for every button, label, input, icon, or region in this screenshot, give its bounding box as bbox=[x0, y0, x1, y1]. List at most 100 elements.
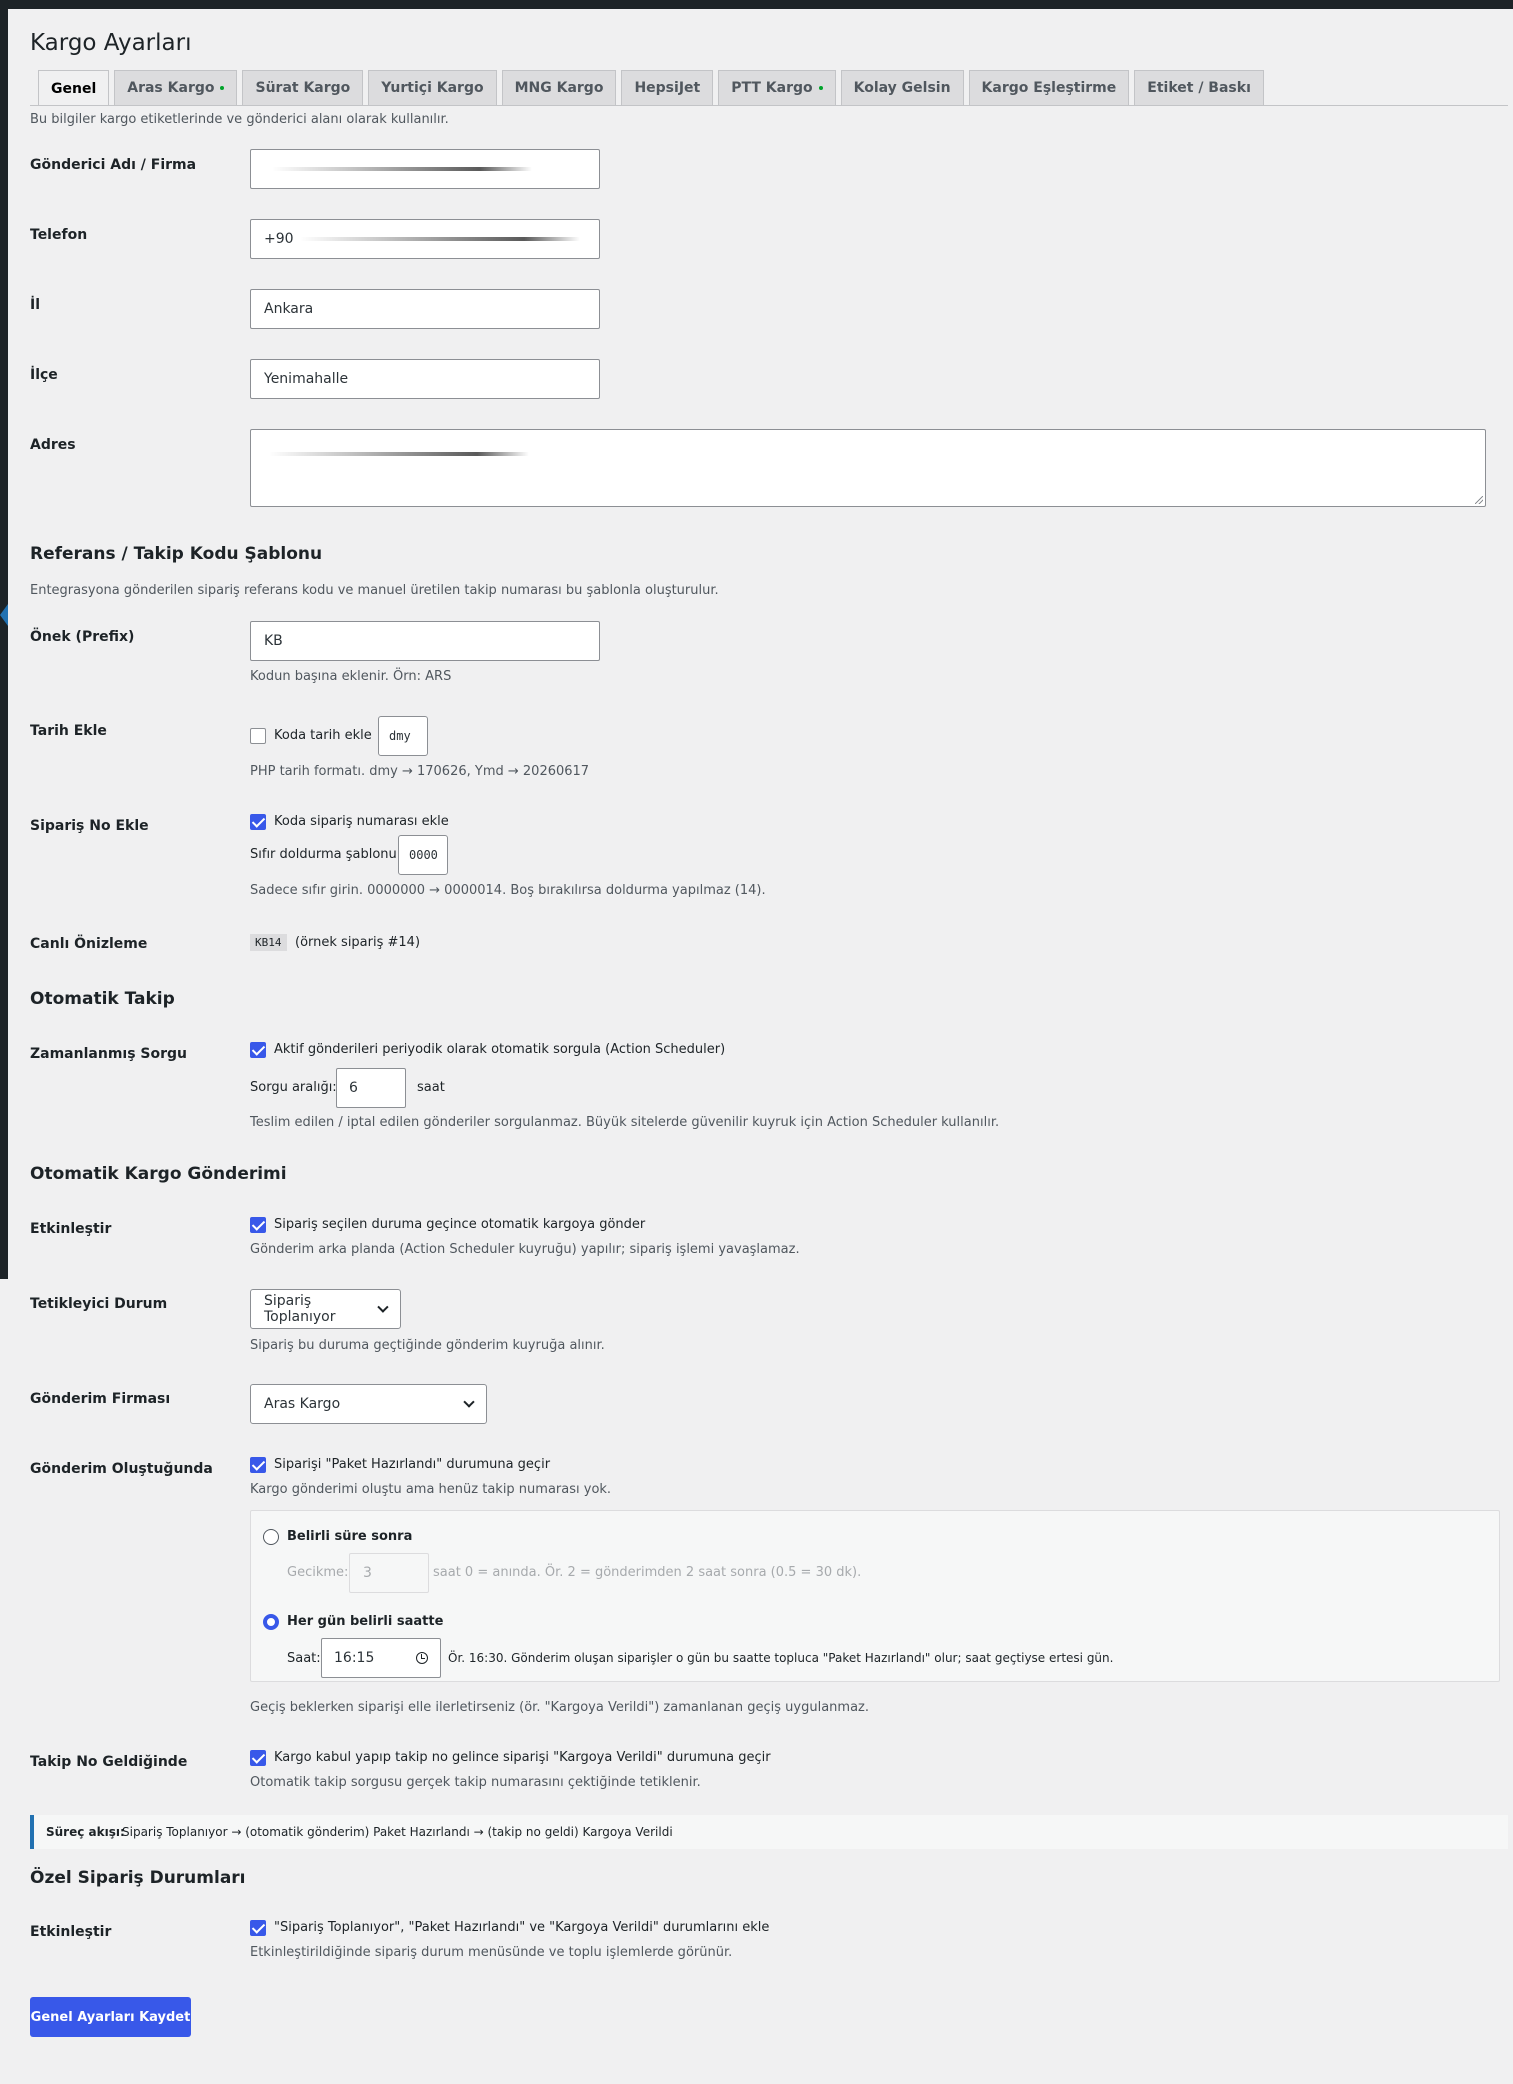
auto-tracking-help: Teslim edilen / iptal edilen gönderiler … bbox=[250, 1115, 1000, 1130]
tab-etiket-baski[interactable]: Etiket / Baskı bbox=[1134, 70, 1264, 105]
date-checkbox-label: Koda tarih ekle bbox=[274, 728, 372, 743]
trigger-help: Sipariş bu duruma geçtiğinde gönderim ku… bbox=[250, 1338, 605, 1353]
shipment-created-checkbox-label: Siparişi "Paket Hazırlandı" durumuna geç… bbox=[274, 1457, 551, 1472]
carrier-label: Gönderim Firması bbox=[30, 1391, 171, 1407]
interval-value: 6 bbox=[349, 1080, 358, 1096]
delay-help: saat 0 = anında. Ör. 2 = gönderimden 2 s… bbox=[433, 1565, 862, 1580]
trigger-select[interactable]: Sipariş Toplanıyor bbox=[250, 1289, 401, 1329]
custom-status-checkbox[interactable] bbox=[250, 1920, 266, 1936]
collapse-arrow-icon[interactable] bbox=[0, 604, 8, 626]
district-input[interactable]: Yenimahalle bbox=[250, 359, 600, 399]
process-flow-notice: Süreç akışı: Sipariş Toplanıyor → (otoma… bbox=[30, 1815, 1508, 1849]
delay-input[interactable]: 3 bbox=[349, 1553, 429, 1593]
active-dot-icon bbox=[220, 86, 225, 90]
pad-label: Sıfır doldurma şablonu: bbox=[250, 847, 402, 862]
shipment-created-help: Kargo gönderimi oluştu ama henüz takip n… bbox=[250, 1482, 612, 1497]
interval-label: Sorgu aralığı: bbox=[250, 1080, 337, 1095]
prefix-input[interactable]: KB bbox=[250, 621, 600, 661]
auto-ship-enable-checkbox-label: Sipariş seçilen duruma geçince otomatik … bbox=[274, 1217, 646, 1232]
tracking-arrived-checkbox[interactable] bbox=[250, 1750, 266, 1766]
interval-input[interactable]: 6 bbox=[336, 1068, 406, 1108]
tab-label: Etiket / Baskı bbox=[1147, 80, 1251, 96]
scheduled-query-checkbox-label: Aktif gönderileri periyodik olarak otoma… bbox=[274, 1042, 726, 1057]
sender-name-input[interactable] bbox=[250, 149, 600, 189]
chevron-down-icon bbox=[463, 1396, 475, 1408]
time-value: 16:15 bbox=[334, 1650, 375, 1666]
order-checkbox-label: Koda sipariş numarası ekle bbox=[274, 814, 449, 829]
reference-section-title: Referans / Takip Kodu Şablonu bbox=[30, 544, 323, 564]
tab-label: Kargo Eşleştirme bbox=[981, 80, 1117, 96]
sender-intro: Bu bilgiler kargo etiketlerinde ve gönde… bbox=[30, 112, 449, 127]
preview-code: KB14 bbox=[250, 934, 287, 951]
tracking-arrived-help: Otomatik takip sorgusu gerçek takip numa… bbox=[250, 1775, 701, 1790]
time-help: Ör. 16:30. Gönderim oluşan siparişler o … bbox=[448, 1651, 1114, 1665]
radio-delay[interactable] bbox=[263, 1529, 279, 1545]
carrier-select[interactable]: Aras Kargo bbox=[250, 1384, 487, 1424]
auto-ship-enable-help: Gönderim arka planda (Action Scheduler k… bbox=[250, 1242, 800, 1257]
address-label: Adres bbox=[30, 437, 76, 453]
manual-transition-help: Geçiş beklerken siparişi elle ilerletirs… bbox=[250, 1700, 869, 1715]
date-label: Tarih Ekle bbox=[30, 723, 107, 739]
transition-options-panel: Belirli süre sonra Gecikme: 3 saat 0 = a… bbox=[250, 1510, 1500, 1682]
tracking-arrived-checkbox-label: Kargo kabul yapıp takip no gelince sipar… bbox=[274, 1750, 771, 1765]
auto-ship-enable-label: Etkinleştir bbox=[30, 1221, 112, 1237]
tab-label: MNG Kargo bbox=[514, 80, 604, 96]
clock-icon[interactable] bbox=[416, 1652, 428, 1664]
radio-delay-label: Belirli süre sonra bbox=[287, 1529, 413, 1544]
pad-input[interactable]: 0000 bbox=[398, 835, 448, 875]
city-input[interactable]: Ankara bbox=[250, 289, 600, 329]
auto-shipping-title: Otomatik Kargo Gönderimi bbox=[30, 1164, 287, 1184]
tab-kargo-eslestirme[interactable]: Kargo Eşleştirme bbox=[968, 70, 1130, 105]
tab-hepsijet[interactable]: HepsiJet bbox=[621, 70, 714, 105]
carrier-value: Aras Kargo bbox=[264, 1396, 341, 1412]
address-textarea[interactable] bbox=[250, 429, 1486, 507]
tab-aras-kargo[interactable]: Aras Kargo bbox=[114, 70, 238, 105]
custom-status-checkbox-label: "Sipariş Toplanıyor", "Paket Hazırlandı"… bbox=[274, 1920, 770, 1935]
admin-sidebar bbox=[0, 9, 8, 1279]
tab-label: Genel bbox=[51, 80, 97, 97]
preview-label: Canlı Önizleme bbox=[30, 936, 148, 952]
tab-label: Sürat Kargo bbox=[255, 80, 351, 96]
tab-label: PTT Kargo bbox=[731, 80, 813, 96]
flow-text: Sipariş Toplanıyor → (otomatik gönderim)… bbox=[122, 1825, 673, 1839]
active-dot-icon bbox=[818, 86, 823, 90]
tab-label: HepsiJet bbox=[634, 80, 701, 96]
tab-surat-kargo[interactable]: Sürat Kargo bbox=[242, 70, 364, 105]
redacted-value bbox=[272, 167, 532, 171]
resize-handle-icon[interactable] bbox=[1475, 496, 1483, 504]
district-label: İlçe bbox=[30, 367, 58, 383]
date-checkbox[interactable] bbox=[250, 728, 266, 744]
auto-ship-enable-checkbox[interactable] bbox=[250, 1217, 266, 1233]
city-label: İl bbox=[30, 297, 41, 313]
date-format-input[interactable]: dmy bbox=[378, 716, 428, 756]
tracking-arrived-label: Takip No Geldiğinde bbox=[30, 1754, 188, 1770]
preview-note: (örnek sipariş #14) bbox=[295, 935, 421, 950]
shipment-created-label: Gönderim Oluştuğunda bbox=[30, 1461, 213, 1477]
tab-kolay-gelsin[interactable]: Kolay Gelsin bbox=[840, 70, 964, 105]
order-checkbox[interactable] bbox=[250, 814, 266, 830]
trigger-label: Tetikleyici Durum bbox=[30, 1296, 168, 1312]
radio-daily[interactable] bbox=[263, 1614, 279, 1630]
tab-label: Yurtiçi Kargo bbox=[381, 80, 484, 96]
tab-ptt-kargo[interactable]: PTT Kargo bbox=[718, 70, 836, 105]
tab-mng-kargo[interactable]: MNG Kargo bbox=[501, 70, 617, 105]
custom-status-help: Etkinleştirildiğinde sipariş durum menüs… bbox=[250, 1945, 733, 1960]
time-label: Saat: bbox=[287, 1651, 321, 1666]
delay-value: 3 bbox=[363, 1565, 372, 1581]
save-button[interactable]: Genel Ayarları Kaydet bbox=[30, 1997, 191, 2037]
pad-value: 0000 bbox=[409, 848, 438, 862]
tab-genel[interactable]: Genel bbox=[38, 70, 110, 106]
phone-input[interactable]: +90 bbox=[250, 219, 600, 259]
order-label: Sipariş No Ekle bbox=[30, 818, 149, 834]
tab-label: Aras Kargo bbox=[127, 80, 215, 96]
time-input[interactable]: 16:15 bbox=[321, 1638, 441, 1678]
redacted-value bbox=[269, 452, 529, 456]
date-help: PHP tarih formatı. dmy → 170626, Ymd → 2… bbox=[250, 764, 590, 779]
phone-prefix: +90 bbox=[264, 231, 294, 247]
trigger-value: Sipariş Toplanıyor bbox=[264, 1293, 336, 1325]
scheduled-query-checkbox[interactable] bbox=[250, 1042, 266, 1058]
shipment-created-checkbox[interactable] bbox=[250, 1457, 266, 1473]
tab-yurtici-kargo[interactable]: Yurtiçi Kargo bbox=[368, 70, 497, 105]
reference-desc: Entegrasyona gönderilen sipariş referans… bbox=[30, 583, 719, 598]
district-value: Yenimahalle bbox=[264, 371, 349, 387]
